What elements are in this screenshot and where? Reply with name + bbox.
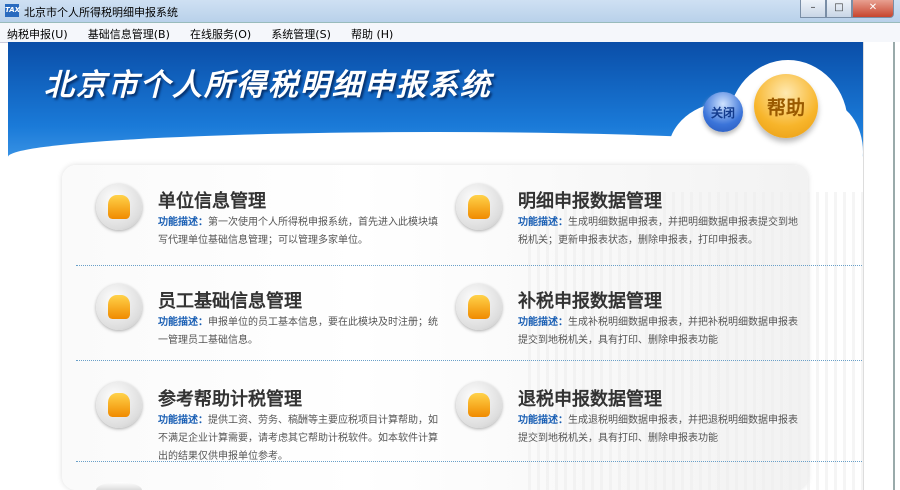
menu-bar: 纳税申报(U) 基础信息管理(B) 在线服务(O) 系统管理(S) 帮助 (H) — [0, 23, 900, 43]
module-desc: 功能描述：生成明细数据申报表，并把明细数据申报表提交到地税机关；更新申报表状态，… — [518, 217, 798, 246]
window-title: 北京市个人所得税明细申报系统 — [24, 6, 178, 19]
refund-report-icon — [456, 382, 502, 428]
divider — [76, 360, 862, 361]
unit-info-icon — [96, 184, 142, 230]
menu-system[interactable]: 系统管理(S) — [264, 24, 337, 42]
module-title[interactable]: 明细申报数据管理 — [518, 187, 662, 213]
help-button[interactable]: 帮助 — [754, 74, 818, 138]
main-content: 北京市个人所得税明细申报系统 关闭 帮助 单位信息管理 功能描述：第一次使用个人… — [8, 42, 863, 490]
menu-help[interactable]: 帮助 (H) — [344, 24, 399, 42]
module-unit-info[interactable]: 单位信息管理 功能描述：第一次使用个人所得税申报系统，首先进入此模块填写代理单位… — [96, 184, 438, 264]
menu-online-service[interactable]: 在线服务(O) — [183, 24, 257, 42]
menu-basic-info[interactable]: 基础信息管理(B) — [81, 24, 176, 42]
module-detail-report[interactable]: 明细申报数据管理 功能描述：生成明细数据申报表，并把明细数据申报表提交到地税机关… — [456, 184, 798, 264]
maximize-button[interactable]: □ — [826, 0, 852, 18]
divider — [76, 461, 862, 462]
module-desc: 功能描述：第一次使用个人所得税申报系统，首先进入此模块填写代理单位基础信息管理；… — [158, 217, 438, 246]
module-desc: 功能描述：生成退税明细数据申报表，并把退税明细数据申报表提交到地税机关，具有打印… — [518, 415, 798, 444]
key-icon — [96, 382, 142, 428]
app-icon: TAX — [5, 4, 20, 17]
module-title[interactable]: 员工基础信息管理 — [158, 287, 302, 313]
module-tax-calc-help[interactable]: 参考帮助计税管理 功能描述：提供工资、劳务、稿酬等主要应税项目计算帮助，如不满足… — [96, 382, 438, 462]
module-title[interactable]: 退税申报数据管理 — [518, 385, 662, 411]
right-border — [863, 42, 900, 490]
module-desc: 功能描述：生成补税明细数据申报表，并把补税明细数据申报表提交到地税机关，具有打印… — [518, 317, 798, 346]
detail-report-icon — [456, 184, 502, 230]
banner-title: 北京市个人所得税明细申报系统 — [44, 68, 492, 103]
title-bar: TAX 北京市个人所得税明细申报系统 – □ ✕ — [0, 0, 900, 23]
employees-icon — [96, 284, 142, 330]
module-refund-report[interactable]: 退税申报数据管理 功能描述：生成退税明细数据申报表，并把退税明细数据申报表提交到… — [456, 382, 798, 462]
menu-tax-filing[interactable]: 纳税申报(U) — [0, 24, 74, 42]
supplement-report-icon — [456, 284, 502, 330]
minimize-button[interactable]: – — [800, 0, 826, 18]
module-icon — [96, 482, 142, 490]
module-desc: 功能描述：申报单位的员工基本信息，要在此模块及时注册；统一管理员工基础信息。 — [158, 317, 438, 346]
module-desc: 功能描述：提供工资、劳务、稿酬等主要应税项目计算帮助，如不满足企业计算需要，请考… — [158, 415, 438, 462]
close-window-button[interactable]: ✕ — [852, 0, 894, 18]
module-title[interactable]: 参考帮助计税管理 — [158, 385, 302, 411]
divider — [76, 265, 862, 266]
module-title[interactable]: 补税申报数据管理 — [518, 287, 662, 313]
module-employee-info[interactable]: 员工基础信息管理 功能描述：申报单位的员工基本信息，要在此模块及时注册；统一管理… — [96, 284, 438, 364]
close-button[interactable]: 关闭 — [703, 92, 743, 132]
module-supplement-report[interactable]: 补税申报数据管理 功能描述：生成补税明细数据申报表，并把补税明细数据申报表提交到… — [456, 284, 798, 364]
module-partial[interactable] — [96, 482, 436, 490]
module-title[interactable]: 单位信息管理 — [158, 187, 266, 213]
